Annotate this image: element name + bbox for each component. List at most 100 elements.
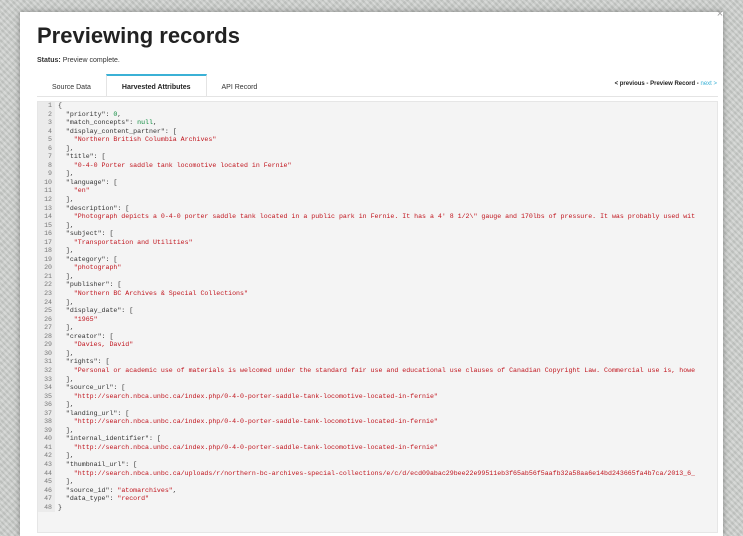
code-line: 46 "source_id": "atomarchives", [38,486,717,496]
tab-divider [37,96,718,97]
line-number: 37 [38,409,55,419]
close-icon[interactable]: × [715,9,725,20]
string-token: "Northern British Columbia Archives" [58,136,217,144]
key-token: "description": [ [58,204,130,212]
code-text: "Photograph depicts a 0-4-0 porter saddl… [55,213,695,222]
code-text: ], [55,273,74,282]
line-number: 41 [38,443,55,453]
line-number: 7 [38,153,55,162]
literal-token: null [137,119,153,127]
line-number: 9 [38,170,55,179]
string-token: "Davies, David" [58,341,134,349]
key-token: ], [58,452,74,460]
pager-current-label: Preview Record [650,81,696,87]
string-token: "http://search.nbca.unbc.ca/index.php/0-… [58,392,438,400]
line-number: 24 [38,298,55,308]
line-number: 8 [38,161,55,171]
code-text: "language": [ [55,179,117,188]
code-text: ], [55,478,74,487]
line-number: 42 [38,452,55,461]
tab-api-record[interactable]: API Record [207,74,273,96]
code-line: 28 "creator": [ [38,332,717,342]
tab-source-data[interactable]: Source Data [37,74,106,96]
key-token: , [152,119,157,127]
code-text: } [55,504,62,513]
string-token: "http://search.nbca.unbc.ca/index.php/0-… [58,418,438,426]
code-line: 29 "Davies, David" [38,341,717,350]
code-text: "Northern BC Archives & Special Collecti… [55,290,248,299]
code-line: 1{ [38,102,717,111]
code-text: ], [55,350,74,359]
string-token: "photograph" [58,264,122,272]
code-line: 42 ], [38,452,717,461]
code-text: "Personal or academic use of materials i… [55,367,695,376]
code-text: "rights": [ [55,358,110,367]
code-text: ], [55,145,74,154]
line-number: 40 [38,435,55,444]
line-number: 22 [38,281,55,291]
key-token: } [58,503,62,511]
code-text: "match_concepts": null, [55,119,157,128]
line-number: 34 [38,384,55,393]
record-pager: < previous - Preview Record - next > [615,81,717,87]
string-token: "http://search.nbca.unbc.ca/uploads/r/no… [58,469,696,477]
key-token: ], [58,144,74,152]
code-text: "en" [55,187,90,196]
line-number: 29 [38,341,55,350]
code-text: "1965" [55,316,98,325]
line-number: 32 [38,366,55,376]
code-text: ], [55,247,74,256]
code-line: 24 ], [38,298,717,308]
line-number: 16 [38,230,55,239]
code-text: "http://search.nbca.unbc.ca/uploads/r/no… [55,470,695,479]
line-number: 15 [38,221,55,231]
code-text: ], [55,299,74,308]
line-number: 36 [38,401,55,410]
tab-harvested-attributes[interactable]: Harvested Attributes [105,74,207,96]
key-token: , [117,110,122,118]
code-line: 17 "Transportation and Utilities" [38,238,717,248]
line-number: 5 [38,136,55,145]
key-token: "landing_url": [ [58,409,130,417]
line-number: 2 [38,110,55,120]
line-number: 14 [38,213,55,222]
previous-link[interactable]: < previous [615,81,645,87]
line-number: 31 [38,358,55,367]
page-title: Previewing records [37,23,240,48]
code-text: "priority": 0, [55,111,121,120]
code-text: "subject": [ [55,230,114,239]
code-line: 35 "http://search.nbca.unbc.ca/index.php… [38,392,717,402]
key-token: "display_date": [ [58,307,134,315]
key-token: "source_id": [58,486,118,494]
line-number: 1 [38,102,55,111]
key-token: "title": [ [58,153,106,161]
key-token: "category": [ [58,255,118,263]
line-number: 47 [38,495,55,504]
status-text: Preview complete. [62,57,120,64]
code-line: 16 "subject": [ [38,230,717,239]
code-text: ], [55,222,74,231]
key-token: { [58,102,62,109]
code-line: 9 ], [38,170,717,179]
code-line: 19 "category": [ [38,255,717,265]
code-line: 47 "data_type": "record" [38,495,717,504]
code-text: "Northern British Columbia Archives" [55,136,216,145]
line-number: 33 [38,375,55,385]
code-text: "display_content_partner": [ [55,128,177,137]
string-token: "atomarchives" [117,486,173,494]
next-link[interactable]: next > [700,81,717,87]
line-number: 3 [38,119,55,128]
code-line: 30 ], [38,349,717,359]
code-line: 33 ], [38,375,717,385]
code-line: 10 "language": [ [38,178,717,188]
key-token: "priority": [58,110,114,118]
code-line: 44 "http://search.nbca.unbc.ca/uploads/r… [38,469,717,479]
code-text: "photograph" [55,264,122,273]
code-text: "http://search.nbca.unbc.ca/index.php/0-… [55,444,438,453]
key-token: ], [58,375,74,383]
code-line: 8 "0-4-0 Porter saddle tank locomotive l… [38,161,717,171]
code-text: "title": [ [55,153,106,162]
key-token: ], [58,272,74,280]
code-line: 40 "internal_identifier": [ [38,435,717,444]
status-line: Status: Preview complete. [37,57,120,64]
